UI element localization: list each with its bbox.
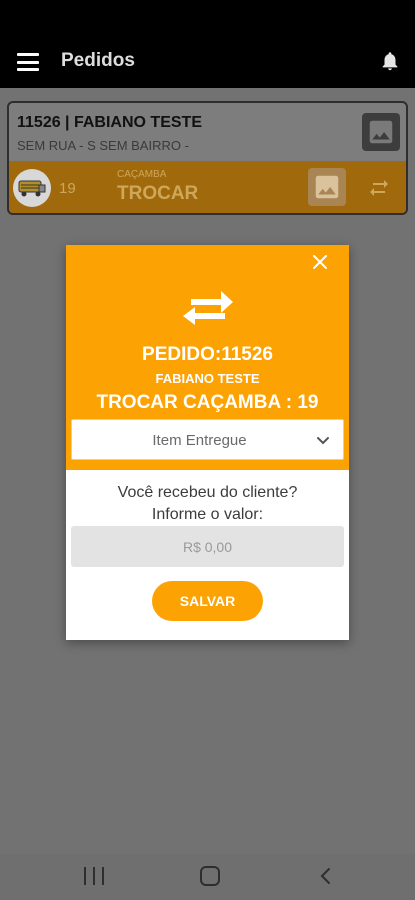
image-icon [315,175,339,199]
order-address: SEM RUA - S SEM BAIRRO - [17,138,189,153]
question-line-2: Informe o valor: [151,506,264,523]
dialog-action-title: TROCAR CAÇAMBA : 19 [96,392,319,413]
system-nav-bar [0,854,415,900]
app-bar: Pedidos [0,36,415,88]
item-label: CAÇAMBA [117,169,167,180]
order-title: 11526 | FABIANO TESTE [17,114,202,131]
dialog-client-name: FABIANO TESTE [155,371,260,386]
home-icon[interactable] [200,866,220,886]
exchange-dialog: PEDIDO:11526 FABIANO TESTE TROCAR CAÇAMB… [66,245,349,640]
swap-arrows-icon [183,291,233,325]
dialog-header: PEDIDO:11526 FABIANO TESTE TROCAR CAÇAMB… [66,245,349,470]
image-button[interactable] [362,113,400,151]
dumpster-truck-icon [13,169,51,207]
status-select[interactable]: Item Entregue [71,419,344,460]
item-image-button[interactable] [308,168,346,206]
item-count: 19 [59,180,76,197]
save-button[interactable]: SALVAR [152,581,263,621]
value-input[interactable] [71,526,344,567]
hamburger-menu-icon[interactable] [14,50,42,74]
dialog-order-number: PEDIDO:11526 [142,344,273,365]
chevron-down-icon [317,437,329,445]
close-icon[interactable] [309,251,331,273]
status-select-value: Item Entregue [152,432,247,449]
swap-icon[interactable] [367,177,391,199]
item-action: TROCAR [117,183,199,204]
order-card[interactable]: 11526 | FABIANO TESTE SEM RUA - S SEM BA… [7,101,408,215]
question-line-1: Você recebeu do cliente? [117,484,298,501]
recent-apps-icon[interactable] [84,867,104,885]
order-item-strip[interactable]: 19 CAÇAMBA TROCAR [9,161,406,213]
back-icon[interactable] [316,866,336,886]
page-title: Pedidos [61,50,135,71]
payment-question: Você recebeu do cliente? Informe o valor… [66,482,349,526]
image-icon [369,120,393,144]
bell-icon[interactable] [379,49,401,73]
status-bar [0,0,415,36]
